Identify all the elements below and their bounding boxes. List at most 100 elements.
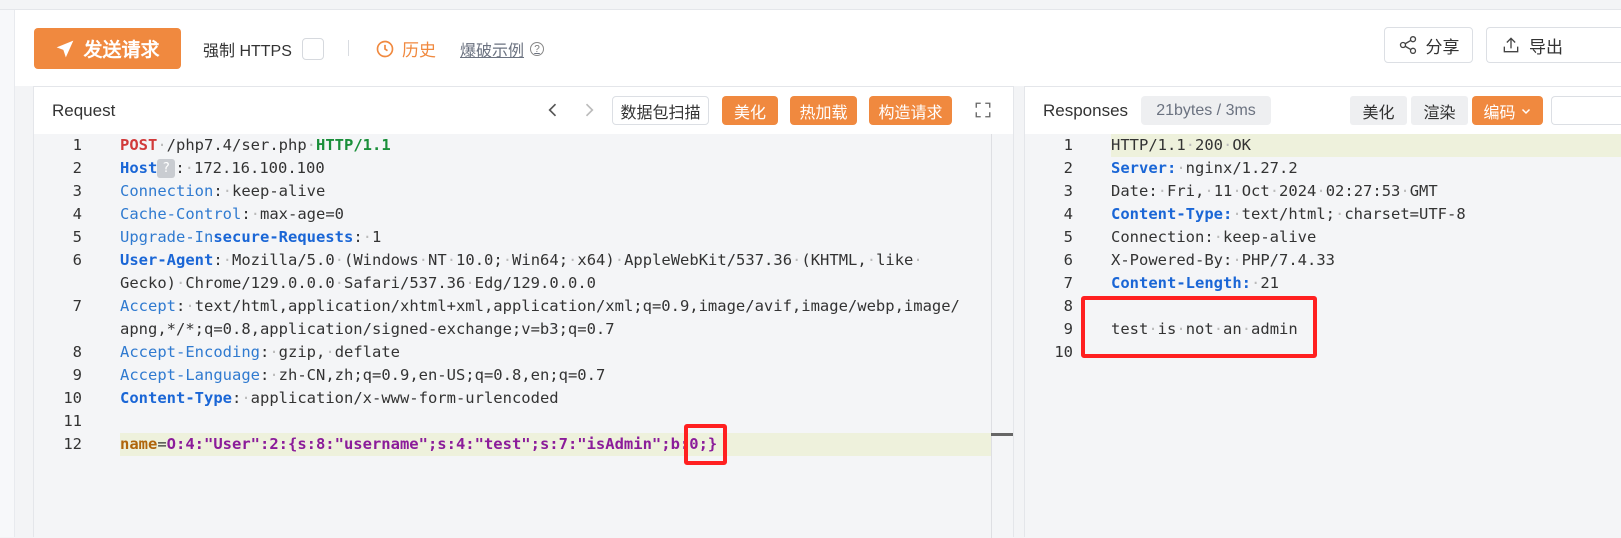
- share-label: 分享: [1425, 37, 1460, 57]
- response-meta-badge: 21bytes / 3ms: [1141, 96, 1271, 125]
- code-token: Connection:: [1111, 228, 1214, 246]
- whitespace-marker: ·: [1232, 205, 1242, 223]
- code-token: Connection: [120, 182, 214, 200]
- request-code-line[interactable]: Cache-Control:·max-age=0: [120, 203, 344, 226]
- force-https-checkbox[interactable]: [301, 38, 324, 60]
- history-button[interactable]: 历史: [375, 36, 436, 61]
- code-token: nginx/1.27.2: [1185, 159, 1298, 177]
- code-token: Accept: [120, 297, 176, 315]
- request-editor[interactable]: 1 2 3 4 5 6 7 8 9 10 11 12 POST·/php7.4/ser.php·HTT…: [34, 134, 1013, 538]
- whitespace-marker: ·: [1157, 182, 1168, 200]
- request-code-line[interactable]: Accept:·text/html,application/xhtml+xml,…: [120, 295, 960, 318]
- request-line-number: 6: [72, 251, 82, 269]
- response-more-button[interactable]: [1551, 96, 1621, 125]
- request-scrollbar[interactable]: [991, 134, 1013, 538]
- code-token: O:4:"User":2:{s:8:"username";s:4:"test";…: [166, 435, 718, 453]
- left-sidebar-edge: [0, 10, 15, 537]
- code-token: application/x-www-form-urlencoded: [250, 389, 559, 407]
- render-button[interactable]: 渲染: [1411, 96, 1468, 125]
- code-token: :: [259, 343, 270, 361]
- request-line-number: 1: [72, 136, 82, 154]
- whitespace-marker: ·: [1213, 228, 1223, 246]
- export-label: 导出: [1529, 37, 1563, 57]
- host-hint-icon[interactable]: ?: [157, 159, 176, 178]
- code-token: x64): [577, 251, 615, 269]
- whitespace-marker: ·: [157, 136, 167, 154]
- request-line-numbers: 1 2 3 4 5 6 7 8 9 10 11 12: [34, 134, 94, 538]
- whitespace-marker: ·: [1269, 182, 1280, 200]
- code-token: =: [157, 435, 167, 453]
- response-code-line[interactable]: Connection:·keep-alive: [1111, 226, 1316, 249]
- request-code-line[interactable]: Gecko)·Chrome/129.0.0.0·Safari/537.36·Ed…: [120, 272, 596, 295]
- response-code-line[interactable]: Content-Length:·21: [1111, 272, 1279, 295]
- packet-scan-button[interactable]: 数据包扫描: [612, 96, 709, 125]
- force-https-toggle[interactable]: 强制 HTTPS: [203, 37, 324, 61]
- whitespace-marker: ·: [185, 297, 195, 315]
- request-line-number: 10: [63, 389, 82, 407]
- code-token: HTTP/1.1: [316, 136, 391, 154]
- code-token: 1: [372, 228, 382, 246]
- request-line-number: 8: [72, 343, 82, 361]
- chevron-right-icon[interactable]: [579, 100, 599, 120]
- request-code-line[interactable]: Accept-Language:·zh-CN,zh;q=0.9,en-US;q=…: [120, 364, 605, 387]
- fullscreen-icon[interactable]: [974, 101, 992, 119]
- top-toolbar: 发送请求 强制 HTTPS 历史 爆破示例 ? 分享 导出: [15, 10, 1621, 86]
- whitespace-marker: ·: [792, 251, 802, 269]
- response-line-number: 10: [1054, 343, 1073, 361]
- paper-plane-icon: [57, 40, 74, 57]
- request-line-number: [34, 272, 82, 295]
- response-beautify-button[interactable]: 美化: [1350, 96, 1407, 125]
- code-token: User-Agent: [120, 251, 214, 269]
- response-line-number: 8: [1063, 297, 1073, 315]
- whitespace-marker: ·: [1400, 182, 1410, 200]
- response-panel-header: Responses 21bytes / 3ms 美化 渲染 编码: [1025, 87, 1621, 134]
- code-token: 11: [1213, 182, 1233, 200]
- send-request-button[interactable]: 发送请求: [34, 28, 181, 69]
- share-button[interactable]: 分享: [1384, 27, 1473, 63]
- code-token: HTTP/1.1: [1111, 136, 1186, 154]
- construct-request-button[interactable]: 构造请求: [869, 96, 952, 125]
- code-token: zh-CN,zh;q=0.9,en-US;q=0.8,en;q=0.7: [278, 366, 606, 384]
- export-button[interactable]: 导出: [1486, 27, 1621, 63]
- request-code-line[interactable]: name=O:4:"User":2:{s:8:"username";s:4:"t…: [120, 433, 717, 456]
- chevron-left-icon[interactable]: [543, 100, 563, 120]
- request-code-line[interactable]: Upgrade-Insecure-Requests:·1: [120, 226, 381, 249]
- whitespace-marker: ·: [866, 251, 877, 269]
- response-code-line[interactable]: X-Powered-By:·PHP/7.4.33: [1111, 249, 1335, 272]
- request-code-line[interactable]: POST·/php7.4/ser.php·HTTP/1.1: [120, 134, 391, 157]
- request-code-line[interactable]: Host?:·172.16.100.100: [120, 157, 325, 180]
- beautify-button[interactable]: 美化: [722, 96, 778, 125]
- whitespace-marker: ·: [222, 182, 233, 200]
- request-code-line[interactable]: Connection:·keep-alive: [120, 180, 325, 203]
- request-code-line[interactable]: User-Agent:·Mozilla/5.0·(Windows·NT·10.0…: [120, 249, 923, 272]
- code-token: 21: [1260, 274, 1279, 292]
- help-icon[interactable]: ?: [530, 42, 545, 56]
- encoding-dropdown[interactable]: 编码: [1472, 96, 1543, 125]
- response-code-line[interactable]: Content-Type:·text/html;·charset=UTF-8: [1111, 203, 1466, 226]
- request-code-line[interactable]: Accept-Encoding:·gzip,·deflate: [120, 341, 400, 364]
- request-panel: Request 数据包扫描 美化 热加载 构造请求 1 2 3 4 5 6 7 8 9 10 11 1…: [33, 86, 1014, 538]
- whitespace-marker: ·: [241, 389, 251, 407]
- whitespace-marker: ·: [325, 343, 335, 361]
- request-code-line[interactable]: apng,*/*;q=0.8,application/signed-exchan…: [120, 318, 615, 341]
- response-code-line[interactable]: Date:·Fri,·11·Oct·2024·02:27:53·GMT: [1111, 180, 1438, 203]
- code-token: :: [213, 182, 223, 200]
- code-token: Accept-Language: [120, 366, 260, 384]
- whitespace-marker: ·: [418, 251, 429, 269]
- code-token: GMT: [1409, 182, 1438, 200]
- response-code-line[interactable]: HTTP/1.1·200·OK: [1111, 134, 1251, 157]
- code-token: Mozilla/5.0: [232, 251, 335, 269]
- annotation-box-bool-value: [684, 424, 727, 465]
- code-token: Content-Type: [120, 389, 232, 407]
- code-token: PHP/7.4.33: [1241, 251, 1335, 269]
- request-code-line[interactable]: Content-Type:·application/x-www-form-url…: [120, 387, 559, 410]
- hot-load-button[interactable]: 热加载: [790, 96, 857, 125]
- send-request-label: 发送请求: [83, 40, 160, 61]
- code-token: 200: [1195, 136, 1223, 154]
- response-title: Responses: [1043, 101, 1129, 120]
- whitespace-marker: ·: [1250, 274, 1261, 292]
- code-token: apng,*/*;q=0.8,application/signed-exchan…: [120, 320, 615, 338]
- brute-force-example-link[interactable]: 爆破示例 ?: [460, 37, 545, 61]
- response-code-line[interactable]: Server:·nginx/1.27.2: [1111, 157, 1298, 180]
- response-line-number: 4: [1063, 205, 1073, 223]
